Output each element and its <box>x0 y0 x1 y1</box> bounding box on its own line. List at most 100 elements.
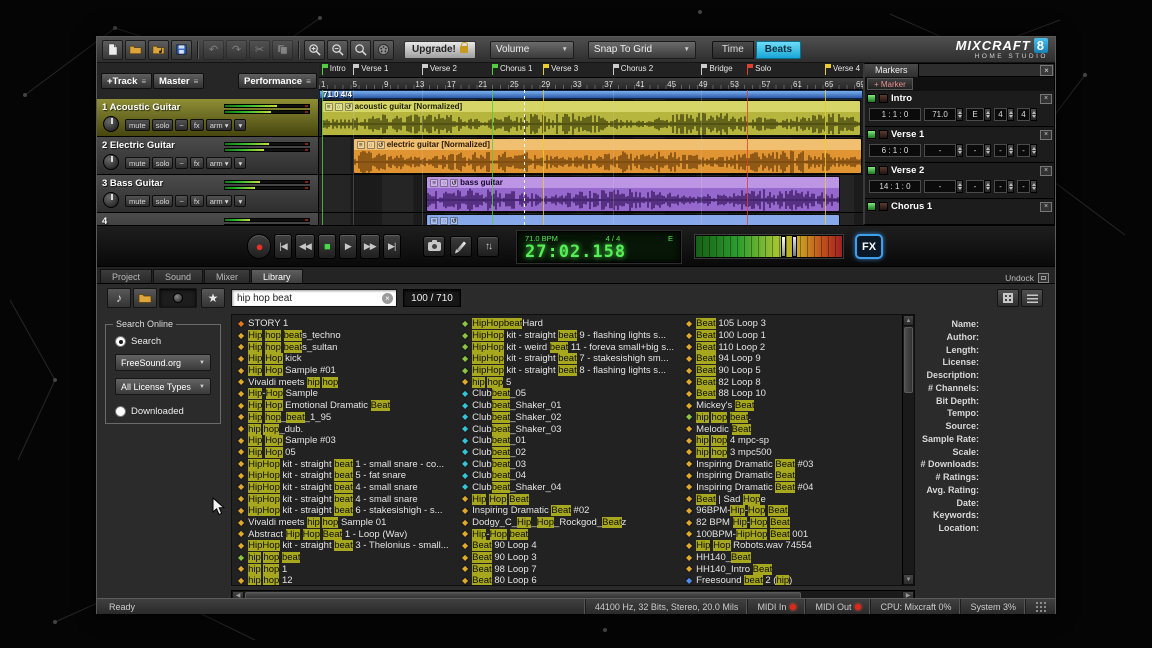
marker-color-icon[interactable] <box>879 166 888 175</box>
result-item[interactable]: ◆Inspiring Dramatic Beat #03 <box>683 458 903 470</box>
license-dropdown[interactable]: All License Types ▼ <box>115 378 211 395</box>
downloaded-radio-row[interactable]: Downloaded <box>115 406 220 417</box>
result-item[interactable]: ◆Dodgy_C_Hip_Hop_Rockgod_Beatz <box>459 517 679 529</box>
result-item[interactable]: ◆HipHop kit - straight beat 4 - small sn… <box>235 493 455 505</box>
timeline-marker-flag[interactable]: Verse 1 <box>353 64 388 75</box>
stop-button[interactable]: ■ <box>318 234 336 259</box>
timeline-marker-flag[interactable]: Chorus 1 <box>492 64 532 75</box>
clip-loop-icon[interactable]: ○ <box>440 179 448 187</box>
clip-loop-icon[interactable]: ○ <box>335 103 343 111</box>
track-header[interactable]: 1 Acoustic Guitarmutesolo~fxarm ▾▾ <box>97 99 319 137</box>
markers-panel-tab[interactable]: Markers <box>865 64 919 77</box>
spinner-buttons[interactable] <box>984 108 991 121</box>
downloaded-radio[interactable] <box>115 406 126 417</box>
search-radio[interactable] <box>115 336 126 347</box>
result-item[interactable]: ◆Hip Hop 05 <box>235 447 455 459</box>
tab-sound[interactable]: Sound <box>153 269 203 283</box>
spinner-buttons[interactable] <box>956 144 963 157</box>
fast-forward-button[interactable]: ▶▶ <box>360 234 380 259</box>
marker-position-field[interactable]: 6 : 1 : 0 <box>869 144 921 157</box>
audio-clip[interactable]: ≡○↺acoustic guitar [Normalized] <box>321 100 862 136</box>
snapshot-button[interactable] <box>423 236 445 257</box>
loop-selection-bar[interactable] <box>319 90 863 99</box>
spinner-buttons[interactable] <box>984 180 991 193</box>
track-arm-button[interactable]: arm ▾ <box>206 195 233 207</box>
marker-timesig-top-field[interactable]: - <box>994 180 1007 193</box>
audio-clip[interactable]: ≡○↺bass guitar <box>426 176 839 212</box>
result-item[interactable]: ◆Clubbeat_04 <box>459 470 679 482</box>
spinner-buttons[interactable] <box>984 144 991 157</box>
result-item[interactable]: ◆Clubbeat_02 <box>459 447 679 459</box>
result-item[interactable]: ◆HipHop kit - straight beat 5 - fat snar… <box>235 470 455 482</box>
result-item[interactable]: ◆Clubbeat_05 <box>459 388 679 400</box>
result-item[interactable]: ◆Clubbeat_Shaker_04 <box>459 482 679 494</box>
nudge-button[interactable]: ↑↓ <box>477 236 499 257</box>
add-track-button[interactable]: +Track≡ <box>101 73 152 89</box>
result-item[interactable]: ◆Inspiring Dramatic Beat #04 <box>683 482 903 494</box>
track-mute-button[interactable]: mute <box>125 157 150 169</box>
timeline-marker-flag[interactable]: Solo <box>747 64 771 75</box>
track-solo-button[interactable]: solo <box>152 157 174 169</box>
result-item[interactable]: ◆Beat 90 Loop 5 <box>683 365 903 377</box>
undock-button[interactable]: Undock <box>1005 273 1034 283</box>
result-item[interactable]: ◆hip hop 3 mpc500 <box>683 447 903 459</box>
track-solo-button[interactable]: solo <box>152 195 174 207</box>
result-item[interactable]: ◆Mickey's Beat <box>683 400 903 412</box>
spinner-buttons[interactable] <box>956 180 963 193</box>
track-lane[interactable]: ≡○↺ <box>319 213 863 225</box>
scroll-up-button[interactable]: ▲ <box>903 315 914 326</box>
master-volume-meter[interactable] <box>695 235 843 258</box>
spinner-buttons[interactable] <box>1030 108 1037 121</box>
marker-position-field[interactable]: 1 : 1 : 0 <box>869 108 921 121</box>
result-item[interactable]: ◆Vivaldi meets hip hop Sample 01 <box>235 517 455 529</box>
new-project-button[interactable] <box>102 40 123 60</box>
track-lane[interactable]: ≡○↺bass guitar <box>319 175 863 213</box>
result-item[interactable]: ◆Melodic Beat <box>683 423 903 435</box>
result-item[interactable]: ◆Beat 105 Loop 3 <box>683 318 903 330</box>
result-item[interactable]: ◆hip hop beat. <box>683 412 903 424</box>
result-item[interactable]: ◆Hip Hop Sample #03 <box>235 435 455 447</box>
marker-timesig-bottom-field[interactable]: 4 <box>1017 108 1030 121</box>
rewind-button[interactable]: ◀◀ <box>295 234 315 259</box>
volume-knob[interactable] <box>103 154 119 170</box>
track-mute-button[interactable]: mute <box>125 195 150 207</box>
play-button[interactable]: ▶ <box>339 234 357 259</box>
result-item[interactable]: ◆Beat 94 Loop 9 <box>683 353 903 365</box>
marker-play-icon[interactable] <box>867 130 876 139</box>
master-fx-button[interactable]: FX <box>855 234 883 259</box>
result-item[interactable]: ◆Hip Hop Sample #01 <box>235 365 455 377</box>
record-button[interactable]: ● <box>247 234 271 259</box>
result-item[interactable]: ◆Beat 90 Loop 3 <box>459 552 679 564</box>
volume-knob[interactable] <box>103 192 119 208</box>
tab-mixer[interactable]: Mixer <box>204 269 250 283</box>
result-item[interactable]: ◆HipHop kit - straight beat 6 - stakesis… <box>235 505 455 517</box>
copy-button[interactable] <box>272 40 293 60</box>
result-item[interactable]: ◆Hip Hop Beat <box>459 493 679 505</box>
result-item[interactable]: ◆100BPM-HipHop Beat 001 <box>683 528 903 540</box>
track-menu-button[interactable]: ▾ <box>234 157 246 169</box>
result-item[interactable]: ◆Beat 80 Loop 6 <box>459 575 679 586</box>
result-item[interactable]: ◆Clubbeat_Shaker_02 <box>459 412 679 424</box>
result-item[interactable]: ◆Clubbeat_01 <box>459 435 679 447</box>
marker-tempo-field[interactable]: - <box>924 144 956 157</box>
result-item[interactable]: ◆Clubbeat_Shaker_03 <box>459 423 679 435</box>
source-dropdown[interactable]: FreeSound.org ▼ <box>115 354 211 371</box>
timeline-marker-flag[interactable]: Verse 4 <box>825 64 860 75</box>
result-item[interactable]: ◆Hip Hop Emotional Dramatic Beat <box>235 400 455 412</box>
list-view-button[interactable] <box>1021 289 1043 307</box>
timeline-marker-flag[interactable]: Verse 3 <box>543 64 578 75</box>
marker-delete-button[interactable]: × <box>1040 130 1052 140</box>
save-project-button[interactable] <box>171 40 192 60</box>
result-item[interactable]: ◆hip hop 5 <box>459 376 679 388</box>
marker-timesig-top-field[interactable]: - <box>994 144 1007 157</box>
vertical-scroll-thumb[interactable] <box>904 327 913 393</box>
library-browse-button[interactable] <box>133 288 157 308</box>
result-item[interactable]: ◆Freesound beat 2 (hip) <box>683 575 903 586</box>
result-item[interactable]: ◆Beat 110 Loop 2 <box>683 341 903 353</box>
result-item[interactable]: ◆Beat 100 Loop 1 <box>683 330 903 342</box>
upgrade-button[interactable]: Upgrade! <box>404 41 476 59</box>
scroll-down-button[interactable]: ▼ <box>903 574 914 585</box>
clip-fade-icon[interactable]: ↺ <box>377 141 385 149</box>
master-track-button[interactable]: Master≡ <box>153 73 204 89</box>
marker-position-field[interactable]: 14 : 1 : 0 <box>869 180 921 193</box>
